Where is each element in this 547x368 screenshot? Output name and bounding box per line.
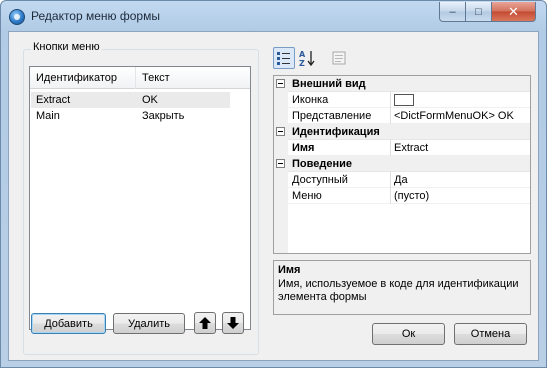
list-header: Идентификатор Текст	[30, 67, 250, 89]
minimize-icon: –	[449, 5, 456, 18]
title-bar[interactable]: Редактор меню формы – □ ✕	[1, 1, 546, 31]
property-grid-toolbar: A Z	[273, 47, 353, 69]
property-row-representation[interactable]: Представление <DictFormMenuOK> OK	[274, 108, 530, 124]
property-divider	[390, 172, 391, 188]
category-gutter	[274, 124, 288, 140]
arrow-down-icon	[227, 317, 239, 329]
collapse-icon[interactable]	[276, 79, 285, 88]
property-value[interactable]: Да	[394, 172, 408, 188]
maximize-button[interactable]: □	[465, 2, 492, 22]
collapse-icon[interactable]	[276, 127, 285, 136]
grid-gutter-blank	[274, 204, 288, 253]
column-header-identifier[interactable]: Идентификатор	[30, 67, 136, 89]
maximize-icon: □	[475, 5, 482, 18]
property-divider	[390, 108, 391, 124]
list-item[interactable]: Extract OK	[31, 92, 230, 108]
dialog-client-area: Кнопки меню Идентификатор Текст Extract …	[8, 31, 539, 361]
property-grid[interactable]: Внешний вид Иконка Представление <DictFo…	[273, 75, 531, 254]
category-behavior[interactable]: Поведение	[274, 156, 530, 172]
property-value[interactable]: Extract	[394, 140, 428, 156]
help-description: Имя, используемое в коде для идентификац…	[278, 278, 519, 303]
property-name: Меню	[292, 190, 322, 202]
svg-text:Z: Z	[299, 59, 305, 67]
row-gutter	[274, 188, 288, 204]
property-value[interactable]: <DictFormMenuOK> OK	[394, 108, 514, 124]
property-row-enabled[interactable]: Доступный Да	[274, 172, 530, 188]
property-divider	[390, 140, 391, 156]
list-item[interactable]: Main Закрыть	[31, 108, 230, 124]
property-pages-icon	[332, 51, 346, 65]
column-header-text[interactable]: Текст	[136, 67, 250, 89]
row-gutter	[274, 140, 288, 156]
property-divider	[390, 92, 391, 108]
move-up-button[interactable]	[194, 312, 216, 334]
categorized-button[interactable]	[273, 47, 295, 69]
help-title: Имя	[278, 264, 301, 276]
menu-buttons-list[interactable]: Идентификатор Текст Extract OK Main Закр…	[29, 66, 251, 330]
property-name: Имя	[292, 142, 315, 154]
category-label: Внешний вид	[292, 78, 366, 90]
sort-alpha-button[interactable]: A Z	[296, 47, 318, 69]
delete-button[interactable]: Удалить	[113, 313, 185, 334]
category-gutter	[274, 156, 288, 172]
svg-text:A: A	[299, 50, 306, 59]
property-row-menu[interactable]: Меню (пусто)	[274, 188, 530, 204]
window-title: Редактор меню формы	[31, 9, 160, 23]
list-item-text: OK	[142, 94, 158, 106]
category-identification[interactable]: Идентификация	[274, 124, 530, 140]
dialog-window: Редактор меню формы – □ ✕ Кнопки меню Ид…	[0, 0, 547, 368]
move-down-button[interactable]	[222, 312, 244, 334]
list-item-id: Extract	[36, 94, 71, 106]
property-row-icon[interactable]: Иконка	[274, 92, 530, 108]
sort-alpha-icon: A Z	[299, 50, 315, 67]
app-icon	[9, 9, 25, 25]
property-divider	[390, 188, 391, 204]
categorized-icon	[277, 52, 290, 65]
property-name: Иконка	[292, 94, 329, 106]
row-gutter	[274, 172, 288, 188]
arrow-up-icon	[199, 317, 211, 329]
menu-buttons-group-label: Кнопки меню	[31, 41, 102, 53]
minimize-button[interactable]: –	[439, 2, 466, 22]
property-pages-button[interactable]	[328, 47, 350, 69]
list-item-id: Main	[36, 110, 60, 122]
add-button[interactable]: Добавить	[31, 313, 106, 334]
cancel-button[interactable]: Отмена	[454, 323, 527, 345]
category-appearance[interactable]: Внешний вид	[274, 76, 530, 92]
property-value[interactable]: (пусто)	[394, 188, 429, 204]
icon-preview-box[interactable]	[394, 94, 414, 106]
list-item-text: Закрыть	[142, 110, 185, 122]
property-help-panel: Имя Имя, используемое в коде для идентиф…	[273, 260, 531, 315]
category-gutter	[274, 76, 288, 92]
category-label: Идентификация	[292, 126, 380, 138]
category-label: Поведение	[292, 158, 352, 170]
close-icon: ✕	[508, 3, 519, 19]
property-name: Доступный	[292, 174, 348, 186]
row-gutter	[274, 108, 288, 124]
property-name: Представление	[292, 110, 372, 122]
close-button[interactable]: ✕	[491, 2, 536, 22]
collapse-icon[interactable]	[276, 159, 285, 168]
ok-button[interactable]: Ок	[372, 323, 445, 345]
row-gutter	[274, 92, 288, 108]
property-row-name[interactable]: Имя Extract	[274, 140, 530, 156]
